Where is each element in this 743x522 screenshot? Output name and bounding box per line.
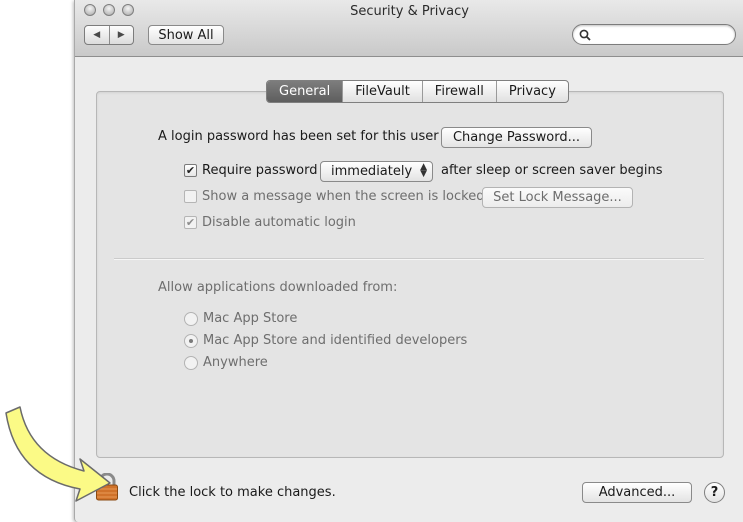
search-field[interactable] [572,24,736,45]
back-forward-control: ◀ ▶ [84,25,134,45]
after-sleep-text: after sleep or screen saver begins [441,163,663,178]
chevron-up-down-icon: ▲ ▼ [420,162,427,179]
radio-anywhere[interactable] [184,356,198,370]
require-password-checkbox[interactable]: ✔ [184,164,197,177]
show-message-checkbox[interactable] [184,190,197,203]
tab-bar: General FileVault Firewall Privacy [266,80,569,103]
window-title: Security & Privacy [350,4,469,19]
radio-anywhere-label: Anywhere [203,355,268,370]
search-input[interactable] [593,26,733,44]
help-button[interactable]: ? [704,482,725,503]
title-bar: Security & Privacy ◀ ▶ Show All [75,0,743,57]
advanced-button[interactable]: Advanced... [582,482,692,503]
radio-mac-app-store-label: Mac App Store [203,311,298,326]
login-password-status: A login password has been set for this u… [158,129,439,144]
security-privacy-window: Security & Privacy ◀ ▶ Show All General … [74,0,743,522]
general-panel [96,91,724,458]
disable-auto-login-checkbox[interactable]: ✔ [184,216,197,229]
radio-identified-developers[interactable] [184,334,198,348]
radio-mac-app-store[interactable] [184,312,198,326]
pointer-arrow-icon [5,406,111,502]
section-divider [114,258,704,260]
search-icon [579,29,591,41]
disable-auto-login-label: Disable automatic login [202,215,356,230]
tab-privacy[interactable]: Privacy [495,81,568,102]
radio-identified-developers-label: Mac App Store and identified developers [203,333,468,348]
set-lock-message-button[interactable]: Set Lock Message... [482,187,633,208]
require-password-delay-select[interactable]: immediately ▲ ▼ [320,161,433,182]
back-icon[interactable]: ◀ [85,26,109,44]
tab-firewall[interactable]: Firewall [421,81,496,102]
require-password-delay-value: immediately [331,164,413,179]
forward-icon[interactable]: ▶ [108,26,134,44]
show-all-button[interactable]: Show All [148,25,224,45]
tab-general[interactable]: General [267,81,343,102]
lock-status-text: Click the lock to make changes. [129,485,336,500]
require-password-label: Require password [202,163,318,178]
allow-apps-heading: Allow applications downloaded from: [158,280,398,295]
tab-filevault[interactable]: FileVault [342,81,422,102]
change-password-button[interactable]: Change Password... [441,127,592,148]
show-message-label: Show a message when the screen is locked [202,189,485,204]
